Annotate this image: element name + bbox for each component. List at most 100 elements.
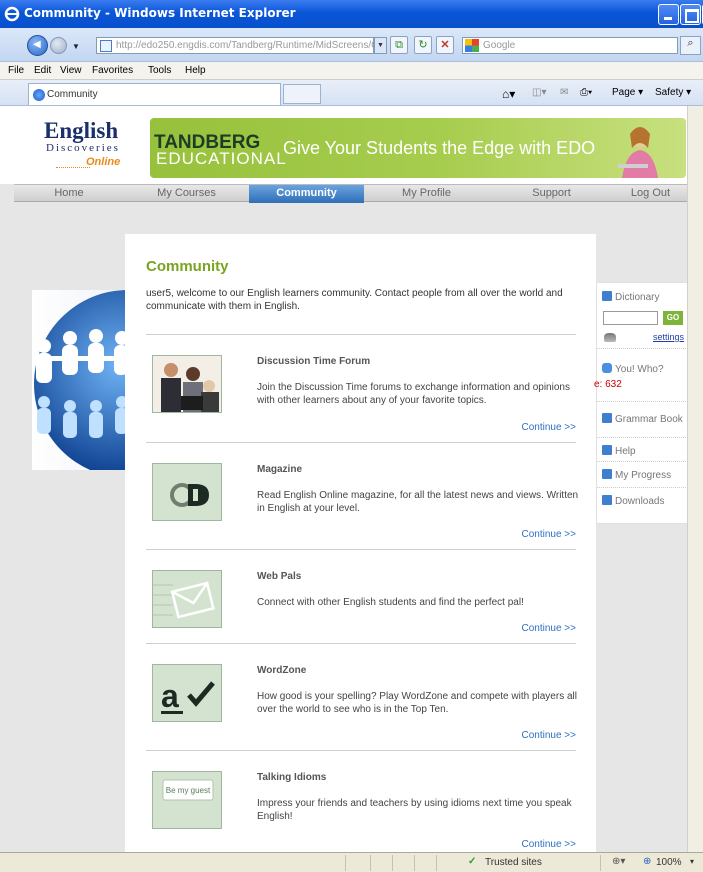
refresh-icon[interactable]: ↻ — [414, 36, 432, 54]
vertical-scrollbar[interactable] — [687, 106, 703, 852]
talking-idioms-thumbnail[interactable]: Be my guest — [152, 771, 222, 829]
feeds-icon[interactable]: ◫▾ — [532, 87, 546, 98]
tool-grammar-book[interactable]: Grammar Book — [597, 402, 688, 438]
continue-link[interactable]: Continue >> — [522, 839, 577, 850]
search-button[interactable]: ⌕ — [680, 36, 701, 55]
menu-help[interactable]: Help — [185, 65, 206, 76]
tab-community[interactable]: Community — [28, 83, 281, 105]
window-titlebar: Community - Windows Internet Explorer — [0, 0, 703, 28]
item-description: Connect with other English students and … — [257, 597, 524, 608]
youwho-link[interactable]: You! Who? — [597, 363, 664, 375]
help-icon — [602, 445, 612, 455]
continue-link[interactable]: Continue >> — [522, 422, 577, 433]
logo-line3: Online — [86, 156, 121, 168]
nav-support[interactable]: Support — [489, 185, 614, 203]
menu-file[interactable]: File — [8, 65, 24, 76]
item-title[interactable]: WordZone — [257, 665, 306, 676]
people-at-computer-icon — [153, 356, 221, 412]
menu-tools[interactable]: Tools — [148, 65, 171, 76]
read-mail-icon[interactable]: ✉ — [560, 87, 568, 98]
maximize-button[interactable] — [680, 4, 701, 25]
community-item-web-pals: Web Pals Connect with other English stud… — [146, 549, 576, 643]
address-dropdown-button[interactable]: ▼ — [374, 37, 387, 54]
site-header: English Discoveries Online TANDBERG EDUC… — [0, 106, 687, 184]
discussion-forum-thumbnail[interactable] — [152, 355, 222, 413]
dictionary-hat-icon — [604, 333, 616, 342]
safety-menu[interactable]: Safety ▾ — [655, 87, 691, 98]
community-globe-image — [32, 290, 128, 470]
welcome-text: user5, welcome to our English learners c… — [146, 288, 563, 312]
dictionary-settings-link[interactable]: settings — [653, 332, 684, 342]
menu-bar: File Edit View Favorites Tools Help — [0, 62, 703, 80]
main-content-panel: Community user5, welcome to our English … — [125, 234, 596, 852]
magazine-logo-icon — [170, 483, 209, 507]
security-zone[interactable]: Trusted sites — [485, 857, 542, 868]
address-text: http://edo250.engdis.com/Tandberg/Runtim… — [116, 40, 374, 51]
item-title[interactable]: Discussion Time Forum — [257, 356, 370, 367]
youwho-label: You! Who? — [615, 364, 664, 375]
item-title[interactable]: Magazine — [257, 464, 302, 475]
tab-ie-icon — [33, 89, 45, 101]
nav-my-courses[interactable]: My Courses — [124, 185, 249, 203]
item-description: Impress your friends and teachers by usi… — [257, 798, 572, 822]
status-segment — [370, 855, 371, 871]
forward-button[interactable] — [50, 37, 67, 54]
zoom-level[interactable]: 100% — [656, 857, 682, 868]
nav-my-profile[interactable]: My Profile — [364, 185, 489, 203]
item-title[interactable]: Talking Idioms — [257, 772, 326, 783]
tandberg-banner[interactable]: TANDBERG EDUCATIONAL Give Your Students … — [150, 118, 686, 178]
page-menu[interactable]: Page ▾ — [612, 87, 643, 98]
google-icon — [465, 39, 479, 52]
dictionary-link[interactable]: Dictionary — [597, 291, 659, 303]
status-bar: ✓ Trusted sites ⊕▾ ⊕ 100% ▾ — [0, 852, 703, 872]
english-discoveries-logo[interactable]: English Discoveries Online — [36, 118, 136, 178]
community-item-discussion-forum: Discussion Time Forum Join the Discussio… — [146, 334, 576, 442]
youwho-count: e: 632 — [594, 379, 622, 390]
tool-help[interactable]: Help — [597, 438, 688, 462]
window-title: Community - Windows Internet Explorer — [24, 6, 296, 20]
address-bar[interactable]: http://edo250.engdis.com/Tandberg/Runtim… — [96, 37, 374, 54]
dictionary-label: Dictionary — [615, 292, 660, 303]
magazine-thumbnail[interactable] — [152, 463, 222, 521]
menu-view[interactable]: View — [60, 65, 82, 76]
stop-icon[interactable]: ✕ — [436, 36, 454, 54]
home-icon[interactable]: ⌂▾ — [502, 87, 515, 101]
logo-line1: English — [44, 118, 119, 143]
tool-dictionary: Dictionary GO settings — [597, 283, 688, 349]
status-segment — [414, 855, 415, 871]
zoom-dropdown-icon[interactable]: ▾ — [690, 857, 694, 866]
minimize-button[interactable] — [658, 4, 679, 25]
search-input[interactable]: Google — [462, 37, 678, 54]
continue-link[interactable]: Continue >> — [522, 730, 577, 741]
downloads-label: Downloads — [615, 496, 665, 507]
nav-home[interactable]: Home — [14, 185, 124, 203]
continue-link[interactable]: Continue >> — [522, 529, 577, 540]
protected-mode-icon[interactable]: ⊕▾ — [612, 856, 625, 867]
item-title[interactable]: Web Pals — [257, 571, 301, 582]
menu-favorites[interactable]: Favorites — [92, 65, 133, 76]
back-button[interactable] — [27, 35, 48, 56]
svg-text:a: a — [161, 678, 179, 714]
print-icon[interactable]: ⎙▾ — [580, 87, 592, 98]
web-pals-thumbnail[interactable] — [152, 570, 222, 628]
community-item-wordzone: a WordZone How good is your spelling? Pl… — [146, 643, 577, 750]
page-viewport: English Discoveries Online TANDBERG EDUC… — [0, 106, 703, 852]
nav-community[interactable]: Community — [249, 185, 364, 203]
wordzone-thumbnail[interactable]: a — [152, 664, 222, 722]
tool-downloads[interactable]: Downloads — [597, 488, 688, 514]
internet-explorer-icon — [4, 6, 20, 22]
menu-edit[interactable]: Edit — [34, 65, 51, 76]
grammar-book-icon — [602, 413, 612, 423]
page-title: Community — [146, 258, 229, 275]
continue-link[interactable]: Continue >> — [522, 623, 577, 634]
status-segment — [392, 855, 393, 871]
letter-a-checkmark-icon: a — [161, 678, 215, 714]
tool-my-progress[interactable]: My Progress — [597, 462, 688, 488]
new-tab-button[interactable] — [283, 84, 321, 104]
dictionary-go-button[interactable]: GO — [663, 311, 683, 325]
compatibility-icon[interactable]: ⧉ — [390, 36, 408, 54]
recent-pages-dropdown-icon[interactable]: ▼ — [72, 42, 80, 51]
dictionary-input[interactable] — [603, 311, 658, 325]
nav-log-out[interactable]: Log Out — [614, 185, 687, 203]
status-segment — [345, 855, 346, 871]
